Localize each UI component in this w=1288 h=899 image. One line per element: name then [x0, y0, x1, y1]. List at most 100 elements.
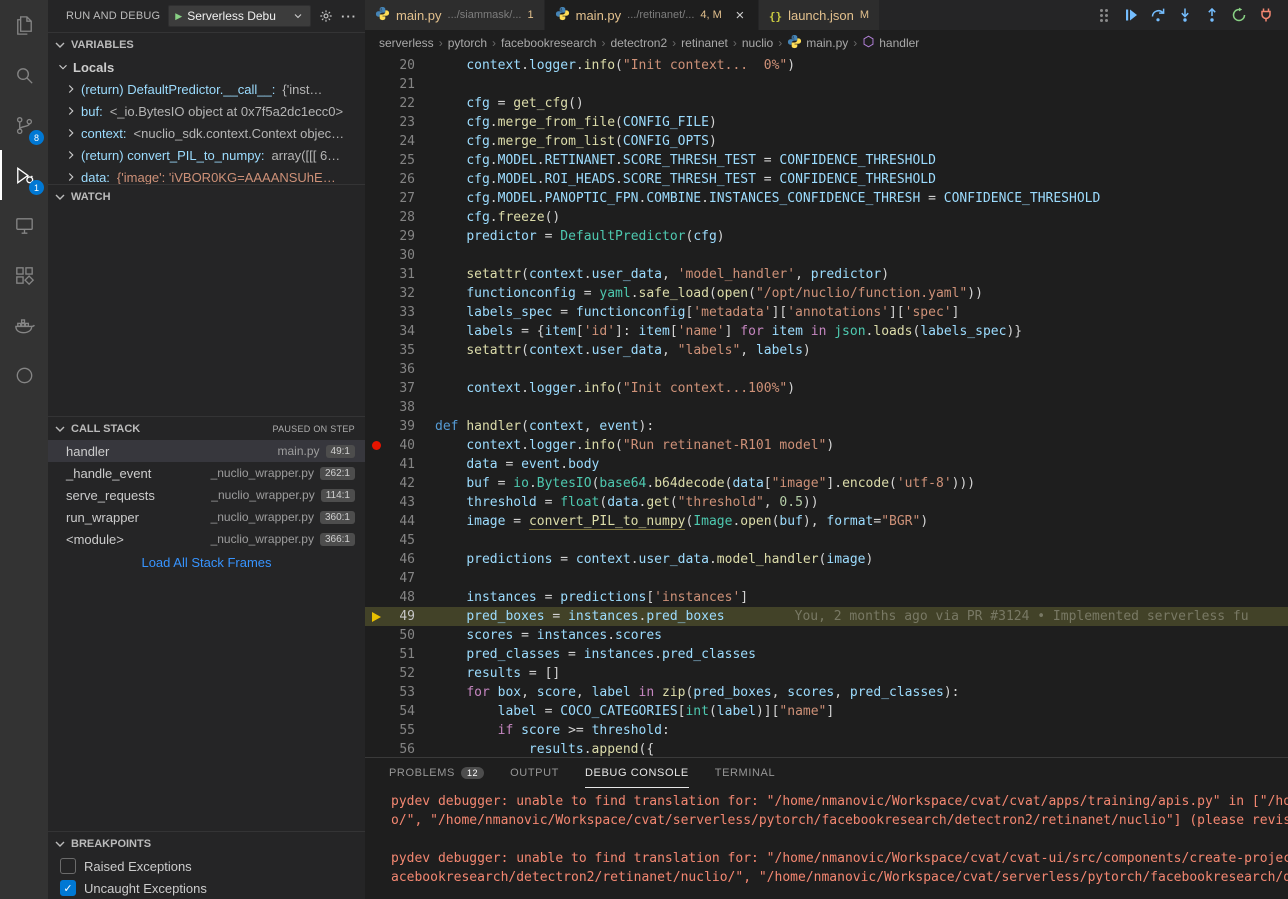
- breakpoint-checkbox[interactable]: ✓: [60, 880, 76, 896]
- breakpoint-margin[interactable]: [365, 151, 387, 170]
- variable-row[interactable]: data:{'image': 'iVBOR0KG=AAAANSUhE…: [48, 166, 365, 184]
- breakpoint-margin[interactable]: [365, 550, 387, 569]
- code-line[interactable]: 33 labels_spec = functionconfig['metadat…: [365, 303, 1288, 322]
- variables-section-header[interactable]: VARIABLES: [48, 32, 365, 56]
- code-line[interactable]: 30: [365, 246, 1288, 265]
- editor-tab[interactable]: main.py.../retinanet/...4, M×: [545, 0, 759, 30]
- breakpoint-margin[interactable]: [365, 721, 387, 740]
- activity-item-source-control[interactable]: 8: [0, 100, 48, 150]
- breakpoint-margin[interactable]: [365, 683, 387, 702]
- activity-item-docker[interactable]: [0, 300, 48, 350]
- breakpoint-margin[interactable]: [365, 379, 387, 398]
- code-line[interactable]: 20 context.logger.info("Init context... …: [365, 56, 1288, 75]
- breakpoint-margin[interactable]: [365, 569, 387, 588]
- code-line[interactable]: 26 cfg.MODEL.ROI_HEADS.SCORE_THRESH_TEST…: [365, 170, 1288, 189]
- code-line[interactable]: 55 if score >= threshold:: [365, 721, 1288, 740]
- breakpoint-margin[interactable]: [365, 531, 387, 550]
- breakpoint-margin[interactable]: [365, 94, 387, 113]
- code-line[interactable]: 54 label = COCO_CATEGORIES[int(label)]["…: [365, 702, 1288, 721]
- breadcrumb-item[interactable]: retinanet: [681, 36, 728, 50]
- code-line[interactable]: 43 threshold = float(data.get("threshold…: [365, 493, 1288, 512]
- code-line[interactable]: 21: [365, 75, 1288, 94]
- breakpoint-margin[interactable]: [365, 284, 387, 303]
- breakpoint-row[interactable]: ✓Uncaught Exceptions: [48, 877, 365, 899]
- code-line[interactable]: 44 image = convert_PIL_to_numpy(Image.op…: [365, 512, 1288, 531]
- code-line[interactable]: 23 cfg.merge_from_file(CONFIG_FILE): [365, 113, 1288, 132]
- breakpoint-margin[interactable]: [365, 645, 387, 664]
- breakpoint-margin[interactable]: [365, 246, 387, 265]
- code-line[interactable]: 29 predictor = DefaultPredictor(cfg): [365, 227, 1288, 246]
- variable-row[interactable]: (return) DefaultPredictor.__call__:{'ins…: [48, 78, 365, 100]
- breakpoint-margin[interactable]: [365, 664, 387, 683]
- code-line[interactable]: 46 predictions = context.user_data.model…: [365, 550, 1288, 569]
- code-line[interactable]: 39def handler(context, event):: [365, 417, 1288, 436]
- chevron-right-icon[interactable]: [64, 104, 78, 118]
- breakpoint-margin[interactable]: [365, 56, 387, 75]
- code-line[interactable]: 40 context.logger.info("Run retinanet-R1…: [365, 436, 1288, 455]
- toolbar-drag-handle[interactable]: [1094, 5, 1114, 25]
- chevron-down-icon[interactable]: [56, 60, 70, 74]
- breakpoint-margin[interactable]: [365, 607, 387, 626]
- code-line[interactable]: 52 results = []: [365, 664, 1288, 683]
- stack-frame-row[interactable]: serve_requests_nuclio_wrapper.py114:1: [48, 484, 365, 506]
- call-stack-section-header[interactable]: CALL STACK PAUSED ON STEP: [48, 416, 365, 440]
- breakpoint-margin[interactable]: [365, 189, 387, 208]
- breakpoint-margin[interactable]: [365, 75, 387, 94]
- activity-item-search[interactable]: [0, 50, 48, 100]
- breakpoint-margin[interactable]: [365, 740, 387, 757]
- launch-config-dropdown[interactable]: ▶ Serverless Debu: [168, 5, 311, 27]
- breakpoint-margin[interactable]: [365, 417, 387, 436]
- breakpoint-margin[interactable]: [365, 493, 387, 512]
- panel-tab-terminal[interactable]: TERMINAL: [715, 758, 775, 788]
- more-actions-icon[interactable]: ···: [341, 9, 357, 24]
- stack-frame-row[interactable]: <module>_nuclio_wrapper.py366:1: [48, 528, 365, 550]
- variable-row[interactable]: buf:<_io.BytesIO object at 0x7f5a2dc1ecc…: [48, 100, 365, 122]
- stack-frame-row[interactable]: _handle_event_nuclio_wrapper.py262:1: [48, 462, 365, 484]
- breakpoint-margin[interactable]: [365, 588, 387, 607]
- activity-item-test-explorer[interactable]: [0, 350, 48, 400]
- breakpoint-margin[interactable]: [365, 360, 387, 379]
- activity-item-remote-explorer[interactable]: [0, 200, 48, 250]
- editor-tab[interactable]: main.py.../siammask/...1: [365, 0, 545, 30]
- code-line[interactable]: 28 cfg.freeze(): [365, 208, 1288, 227]
- activity-item-explorer[interactable]: [0, 0, 48, 50]
- variables-scope-row[interactable]: Locals: [48, 56, 365, 78]
- code-line[interactable]: 50 scores = instances.scores: [365, 626, 1288, 645]
- code-line[interactable]: 34 labels = {item['id']: item['name'] fo…: [365, 322, 1288, 341]
- step-into-button[interactable]: [1175, 5, 1195, 25]
- breadcrumb-item[interactable]: detectron2: [610, 36, 667, 50]
- disconnect-button[interactable]: [1256, 5, 1276, 25]
- code-line[interactable]: 22 cfg = get_cfg(): [365, 94, 1288, 113]
- start-debugging-icon[interactable]: ▶: [175, 11, 182, 22]
- code-line[interactable]: 53 for box, score, label in zip(pred_box…: [365, 683, 1288, 702]
- breadcrumb-item[interactable]: main.py: [787, 34, 848, 52]
- breakpoint-margin[interactable]: [365, 702, 387, 721]
- breadcrumb-item[interactable]: pytorch: [448, 36, 487, 50]
- breadcrumb-item[interactable]: handler: [862, 35, 919, 51]
- breakpoint-icon[interactable]: [372, 441, 381, 450]
- load-all-stack-frames-link[interactable]: Load All Stack Frames: [48, 550, 365, 574]
- breakpoint-checkbox[interactable]: [60, 858, 76, 874]
- panel-tab-output[interactable]: OUTPUT: [510, 758, 559, 788]
- variable-row[interactable]: (return) convert_PIL_to_numpy:array([[[ …: [48, 144, 365, 166]
- restart-button[interactable]: [1229, 5, 1249, 25]
- code-line[interactable]: 36: [365, 360, 1288, 379]
- code-line[interactable]: 25 cfg.MODEL.RETINANET.SCORE_THRESH_TEST…: [365, 151, 1288, 170]
- breakpoint-margin[interactable]: [365, 322, 387, 341]
- code-line[interactable]: 56 results.append({: [365, 740, 1288, 757]
- breakpoint-margin[interactable]: [365, 265, 387, 284]
- code-line[interactable]: 47: [365, 569, 1288, 588]
- code-line[interactable]: 32 functionconfig = yaml.safe_load(open(…: [365, 284, 1288, 303]
- gear-icon[interactable]: [319, 9, 333, 23]
- breakpoint-margin[interactable]: [365, 512, 387, 531]
- code-line[interactable]: 38: [365, 398, 1288, 417]
- breakpoint-margin[interactable]: [365, 455, 387, 474]
- step-out-button[interactable]: [1202, 5, 1222, 25]
- stack-frame-row[interactable]: handlermain.py49:1: [48, 440, 365, 462]
- code-line[interactable]: 49 pred_boxes = instances.pred_boxesYou,…: [365, 607, 1288, 626]
- activity-item-extensions[interactable]: [0, 250, 48, 300]
- code-line[interactable]: 37 context.logger.info("Init context...1…: [365, 379, 1288, 398]
- breakpoint-margin[interactable]: [365, 626, 387, 645]
- code-line[interactable]: 41 data = event.body: [365, 455, 1288, 474]
- breakpoint-margin[interactable]: [365, 113, 387, 132]
